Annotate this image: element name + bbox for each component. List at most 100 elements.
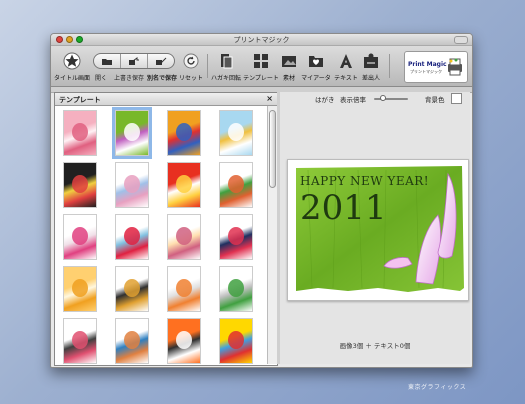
thumbnail-art: [124, 331, 140, 349]
thumbnail-art: [176, 331, 192, 349]
postcard-preview[interactable]: HAPPY NEW YEAR! 2011: [287, 159, 469, 301]
template-panel-header: テンプレート ×: [55, 93, 277, 106]
save-as-icon: [156, 57, 167, 65]
title-bar[interactable]: プリントマジック: [51, 34, 472, 46]
template-thumb-15[interactable]: [167, 266, 201, 312]
thumbnail-art: [72, 123, 88, 141]
close-panel-icon[interactable]: ×: [266, 94, 273, 103]
scrollbar-thumb[interactable]: [269, 110, 276, 188]
template-thumb-3[interactable]: [167, 110, 201, 156]
home-star-icon: [63, 52, 81, 70]
sender-icon: [362, 52, 380, 70]
file-buttons-group: [93, 53, 175, 69]
template-panel: テンプレート ×: [54, 92, 278, 366]
toolbar-toggle-button[interactable]: [454, 36, 468, 44]
template-thumb-1[interactable]: [63, 110, 97, 156]
window-title: プリントマジック: [233, 36, 290, 44]
preview-controls: はがき 表示倍率 背景色: [280, 92, 470, 106]
print-magic-logo: Print Magic プリントマジック: [404, 51, 468, 83]
template-thumb-10[interactable]: [115, 214, 149, 260]
save-as-button[interactable]: [147, 54, 174, 68]
template-label: テンプレート: [243, 75, 279, 82]
thumbnail-art: [72, 331, 88, 349]
thumbnail-art: [124, 123, 140, 141]
template-thumb-7[interactable]: [167, 162, 201, 208]
card-year-text[interactable]: 2011: [300, 188, 387, 228]
reset-label: リセット: [179, 75, 204, 82]
template-thumb-16[interactable]: [219, 266, 253, 312]
template-scrollbar[interactable]: [267, 106, 277, 364]
material-icon: [280, 52, 298, 70]
thumbnail-art: [228, 331, 244, 349]
template-thumb-14[interactable]: [115, 266, 149, 312]
template-thumb-11[interactable]: [167, 214, 201, 260]
template-thumb-6[interactable]: [115, 162, 149, 208]
template-thumb-19[interactable]: [167, 318, 201, 364]
save-label: 上書き保存: [114, 75, 145, 82]
template-thumb-8[interactable]: [219, 162, 253, 208]
save-button[interactable]: [120, 54, 147, 68]
open-icon: [102, 58, 112, 65]
open-label: 開く: [95, 75, 108, 82]
card-greeting-text[interactable]: HAPPY NEW YEAR!: [300, 174, 429, 188]
thumbnail-art: [176, 227, 192, 245]
template-thumb-20[interactable]: [219, 318, 253, 364]
preview-area: はがき 表示倍率 背景色 HAPPY NEW YEAR! 2011 画像3個 ＋…: [280, 92, 470, 364]
thumbnail-art: [228, 279, 244, 297]
text-button[interactable]: テキスト: [333, 46, 359, 86]
app-window: プリントマジック タイトル画面 開く 上書き保存 別名で保存 リセット ハガキ回…: [50, 33, 473, 368]
template-thumb-12[interactable]: [219, 214, 253, 260]
template-thumb-2[interactable]: [112, 107, 152, 159]
title-screen-button[interactable]: タイトル画面: [54, 46, 91, 86]
my-data-button[interactable]: マイアータ: [301, 46, 331, 86]
thumbnail-art: [176, 123, 192, 141]
logo-printer-icon: [448, 58, 462, 76]
background-color-swatch[interactable]: [451, 93, 462, 104]
thumbnail-art: [124, 279, 140, 297]
logo-subtext: プリントマジック: [410, 69, 442, 74]
template-thumb-5[interactable]: [63, 162, 97, 208]
thumbnail-art: [228, 123, 244, 141]
thumbnail-art: [228, 227, 244, 245]
background-color-label: 背景色: [425, 96, 445, 104]
thumbnail-art: [72, 279, 88, 297]
template-icon: [252, 52, 270, 70]
reset-button[interactable]: リセット: [179, 46, 203, 86]
zoom-slider[interactable]: [374, 95, 408, 101]
toolbar-separator: [207, 54, 208, 78]
template-thumb-18[interactable]: [115, 318, 149, 364]
save-icon: [129, 56, 139, 65]
open-button[interactable]: [94, 54, 120, 68]
zoom-slider-knob[interactable]: [379, 95, 386, 101]
template-thumb-17[interactable]: [63, 318, 97, 364]
zoom-label: 表示倍率: [340, 96, 366, 104]
my-data-label: マイアータ: [301, 75, 331, 82]
logo-text: Print Magic: [408, 61, 447, 68]
my-data-icon: [307, 52, 325, 70]
template-thumb-4[interactable]: [219, 110, 253, 156]
template-panel-title: テンプレート: [59, 96, 101, 104]
rotate-card-button[interactable]: ハガキ回転: [210, 46, 242, 86]
toolbar: タイトル画面 開く 上書き保存 別名で保存 リセット ハガキ回転 テンプレート …: [51, 46, 472, 87]
thumbnail-art: [72, 227, 88, 245]
thumbnail-art: [176, 175, 192, 193]
thumbnail-art: [228, 175, 244, 193]
title-screen-label: タイトル画面: [54, 75, 91, 82]
template-button[interactable]: テンプレート: [243, 46, 279, 86]
reset-icon: [182, 52, 200, 70]
toolbar-separator: [389, 54, 390, 78]
thumbnail-art: [124, 175, 140, 193]
sender-label: 差出人: [361, 75, 380, 82]
template-thumb-9[interactable]: [63, 214, 97, 260]
thumbnail-art: [176, 279, 192, 297]
thumbnail-art: [124, 227, 140, 245]
material-button[interactable]: 素材: [279, 46, 299, 86]
sender-button[interactable]: 差出人: [359, 46, 383, 86]
rotate-card-icon: [217, 52, 235, 70]
watermark-text: 東京グラフィックス: [408, 384, 467, 391]
element-count-status: 画像3個 ＋ テキスト0個: [339, 342, 411, 350]
rotate-card-label: ハガキ回転: [210, 75, 241, 82]
text-icon: [337, 52, 355, 70]
thumbnail-art: [72, 175, 88, 193]
template-thumb-13[interactable]: [63, 266, 97, 312]
